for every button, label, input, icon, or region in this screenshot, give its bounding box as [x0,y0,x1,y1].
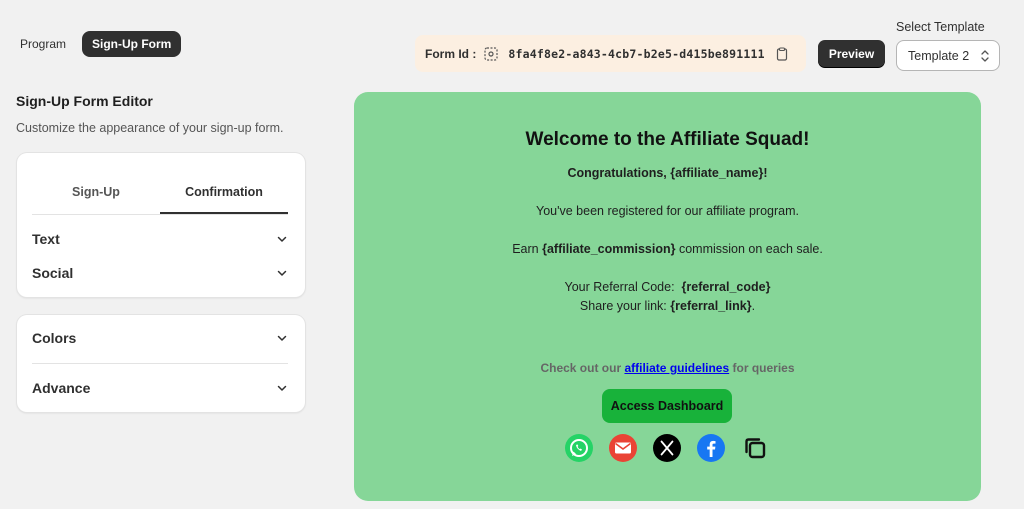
referral-variable: {referral_code} [681,280,771,294]
accordion-advance[interactable]: Advance [32,380,288,396]
editor-tabs: Sign-Up Confirmation [32,181,288,215]
tab-program[interactable]: Program [10,31,76,57]
chevron-down-icon [277,385,287,391]
preview-earn: Earn {affiliate_commission} commission o… [354,242,981,256]
top-tabs: Program Sign-Up Form [10,31,182,57]
preview-share-link: Share your link: {referral_link}. [354,299,981,313]
chevron-down-icon [277,335,287,341]
template-select-value: Template 2 [908,48,970,63]
access-dashboard-button[interactable]: Access Dashboard [602,389,732,423]
accordion-social-label: Social [32,265,74,281]
accordion-text[interactable]: Text [32,231,288,247]
form-id-value: 8fa4f8e2-a843-4cb7-b2e5-d415be891111 [508,46,765,61]
editor-title: Sign-Up Form Editor [16,93,153,109]
editor-card-style: Colors Advance [17,315,305,412]
accordion-text-label: Text [32,231,60,247]
id-badge-icon [484,46,498,61]
chevron-down-icon [277,270,287,276]
facebook-icon[interactable] [696,433,726,463]
earn-variable: {affiliate_commission} [542,242,676,256]
form-id-label: Form Id : [425,46,477,61]
tab-sign-up-form[interactable]: Sign-Up Form [82,31,182,57]
tab-confirmation[interactable]: Confirmation [160,181,288,214]
earn-suffix: commission on each sale. [678,242,823,256]
share-suffix: . [751,299,756,313]
whatsapp-icon[interactable] [564,433,594,463]
preview-referral-code: Your Referral Code: {referral_code} [354,280,981,294]
referral-prefix: Your Referral Code: [564,280,675,294]
preview-registered: You've been registered for our affiliate… [536,204,799,218]
guidelines-link[interactable]: affiliate guidelines [624,361,729,375]
tab-sign-up[interactable]: Sign-Up [32,181,160,214]
earn-prefix: Earn [512,242,539,256]
editor-card-content: Sign-Up Confirmation Text Social [17,153,305,297]
copy-icon[interactable] [740,433,770,463]
accordion-colors-label: Colors [32,330,77,346]
accordion-social[interactable]: Social [32,265,288,281]
template-select[interactable]: Template 2 [896,40,1000,71]
divider [32,363,288,364]
guidelines-prefix: Check out our [540,361,622,375]
guidelines-suffix: for queries [732,361,795,375]
email-icon[interactable] [608,433,638,463]
chevron-down-icon [277,236,287,242]
accordion-colors[interactable]: Colors [32,330,288,346]
preview-guidelines: Check out our affiliate guidelines for q… [354,361,981,375]
preview-button[interactable]: Preview [818,40,885,67]
editor-subtitle: Customize the appearance of your sign-up… [16,121,284,135]
preview-title: Welcome to the Affiliate Squad! [525,129,810,150]
select-template-label: Select Template [896,20,985,34]
accordion-advance-label: Advance [32,380,91,396]
social-share-row [564,433,770,463]
share-variable: {referral_link} [670,299,752,313]
form-id-bar: Form Id : 8fa4f8e2-a843-4cb7-b2e5-d415be… [415,35,806,72]
clipboard-icon[interactable] [775,46,789,61]
chevron-up-down-icon [981,50,989,62]
share-prefix: Share your link: [579,299,667,313]
preview-congrats: Congratulations, {affiliate_name}! [567,166,768,180]
x-icon[interactable] [652,433,682,463]
